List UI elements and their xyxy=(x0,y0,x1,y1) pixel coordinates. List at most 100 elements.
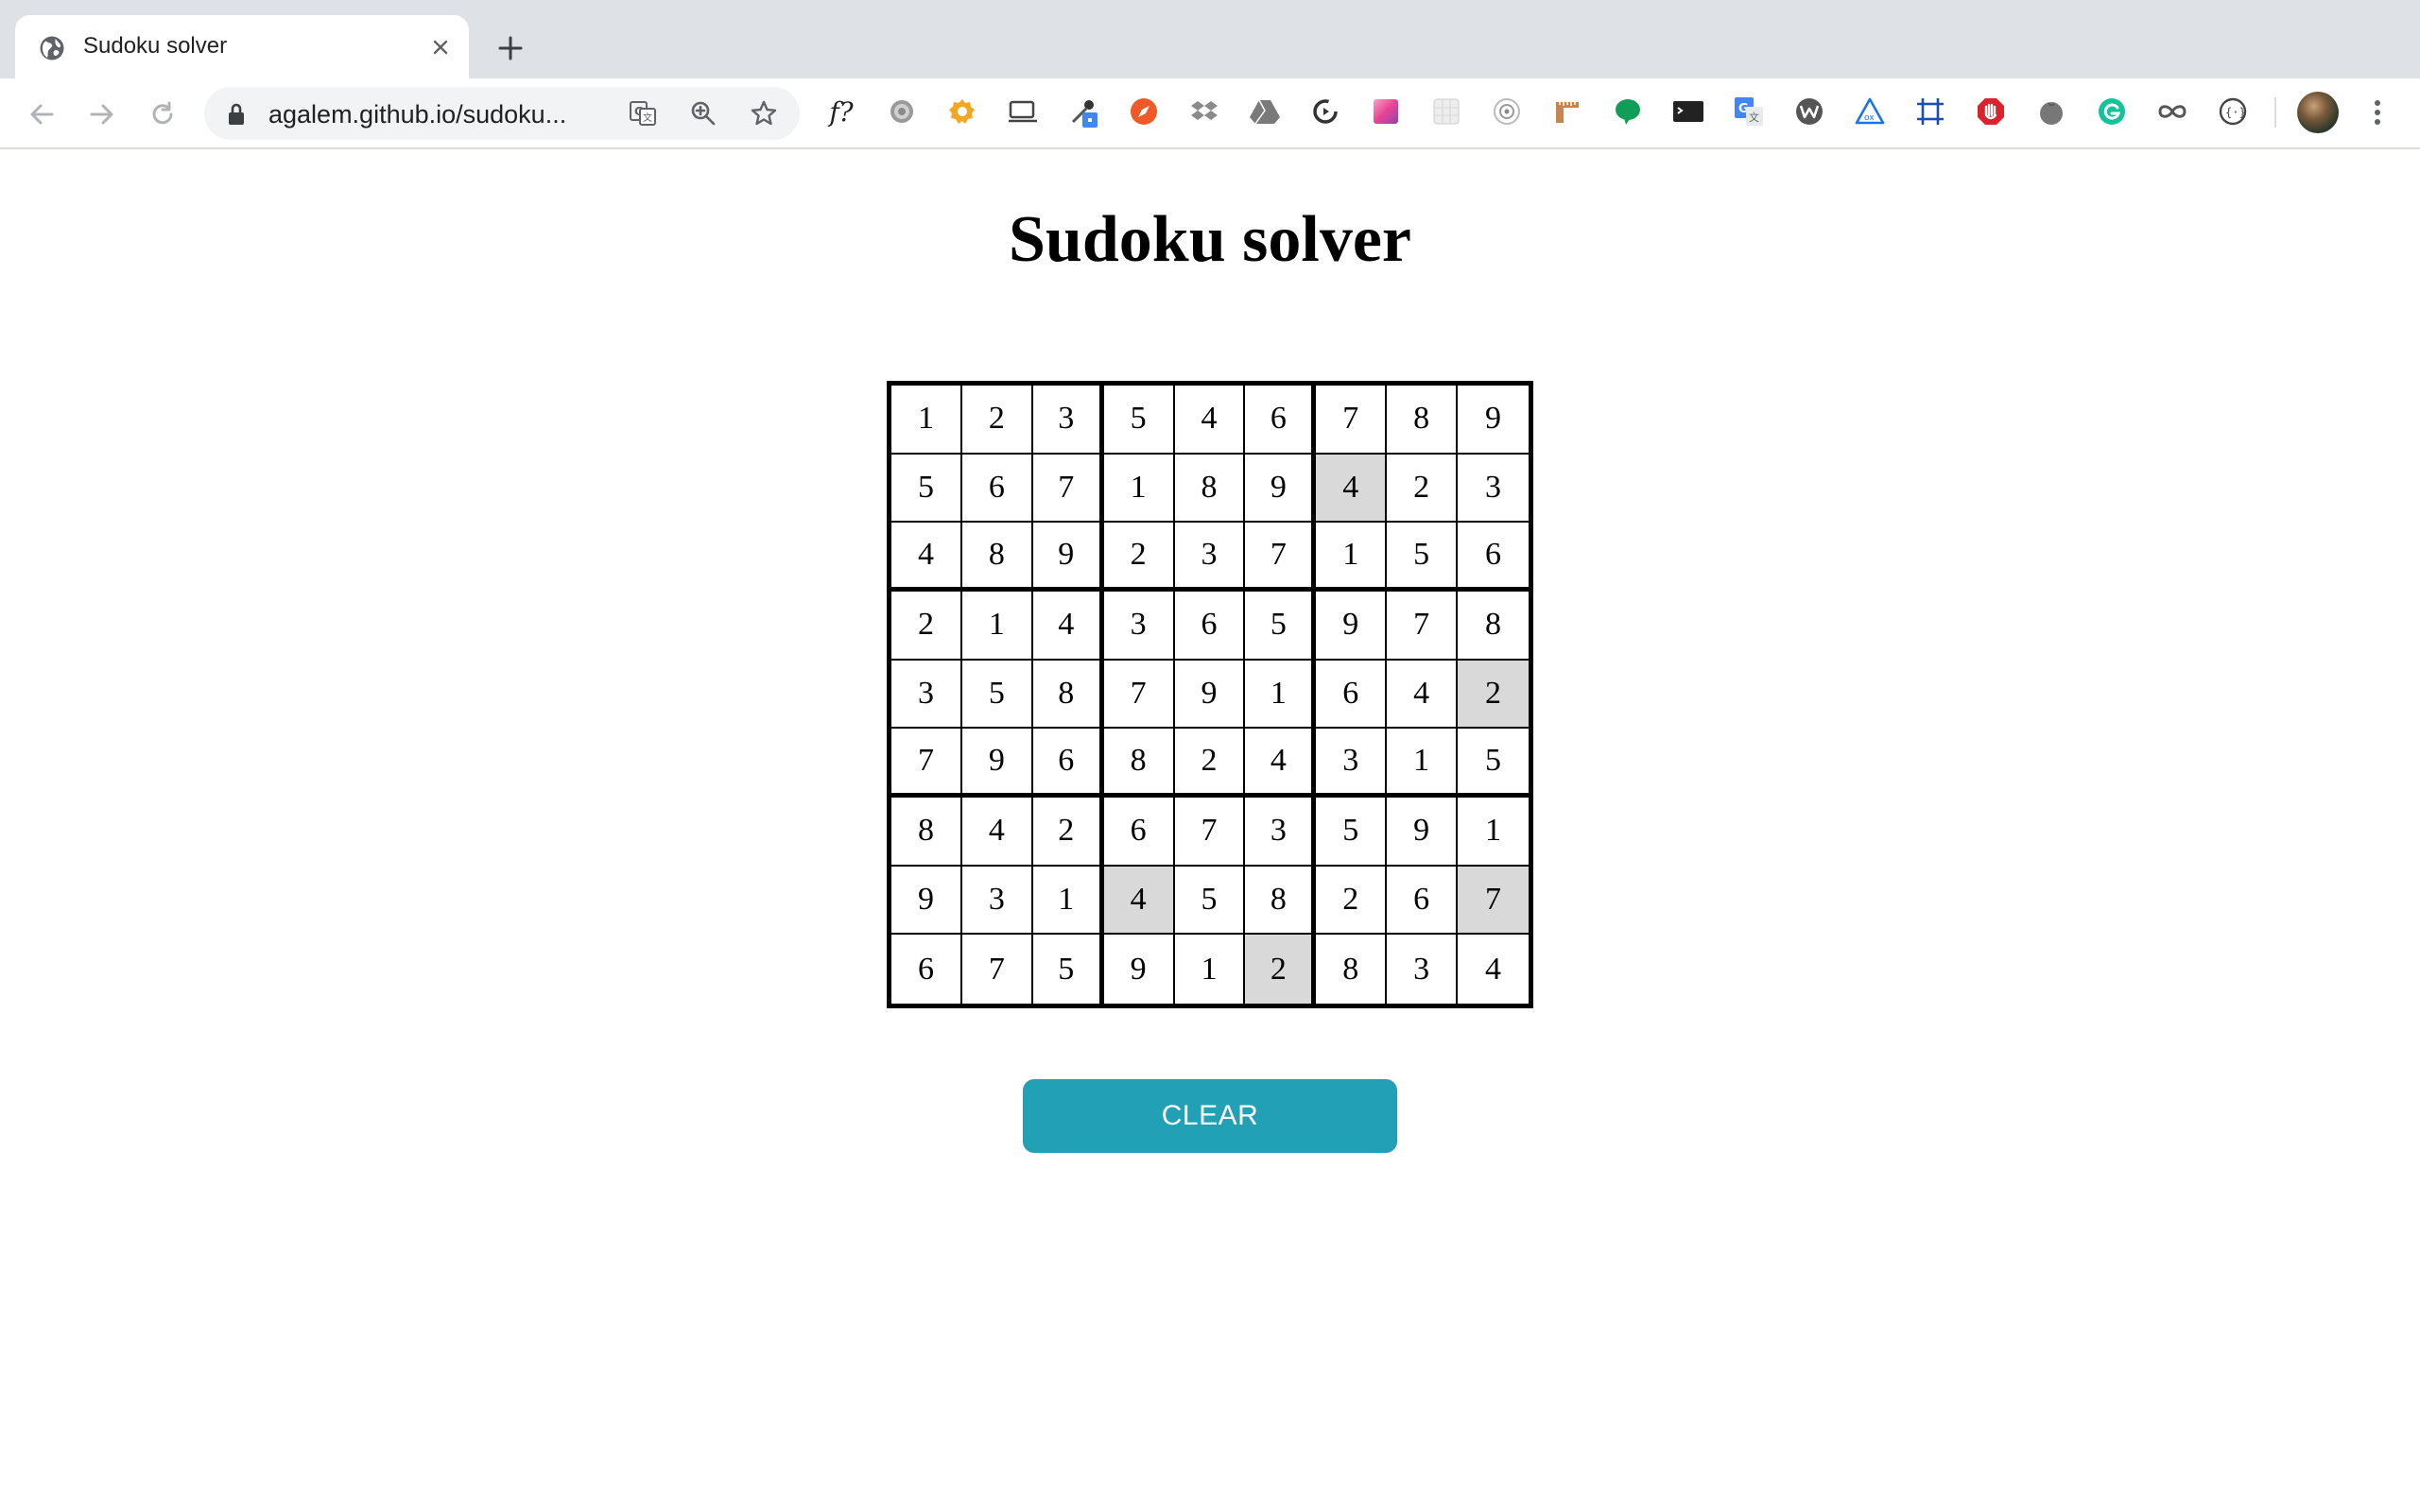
sudoku-cell[interactable]: 6 xyxy=(1174,591,1246,661)
sudoku-cell[interactable]: 8 xyxy=(1458,591,1529,661)
sudoku-cell[interactable]: 7 xyxy=(1245,523,1317,592)
cast-extension-icon[interactable] xyxy=(1006,94,1040,129)
sudoku-cell[interactable]: 9 xyxy=(891,866,962,936)
sudoku-cell[interactable]: 2 xyxy=(1103,523,1175,592)
orange-gear-extension-icon[interactable] xyxy=(945,94,979,129)
sudoku-cell[interactable]: 8 xyxy=(1103,729,1175,798)
grammarly-extension-icon[interactable] xyxy=(2095,94,2129,129)
ruler-extension-icon[interactable] xyxy=(1550,94,1584,129)
sudoku-cell[interactable]: 7 xyxy=(891,729,962,798)
sudoku-cell[interactable]: 5 xyxy=(891,454,962,524)
sync-extension-icon[interactable] xyxy=(1308,94,1342,129)
sudoku-cell[interactable]: 4 xyxy=(961,797,1033,867)
sudoku-cell[interactable]: 2 xyxy=(1458,660,1529,730)
sudoku-cell[interactable]: 5 xyxy=(1032,935,1104,1004)
sudoku-cell[interactable]: 6 xyxy=(1316,660,1388,730)
sudoku-cell[interactable]: 5 xyxy=(1245,591,1317,661)
clear-button[interactable]: CLEAR xyxy=(1023,1079,1397,1153)
sudoku-cell[interactable]: 9 xyxy=(961,729,1033,798)
sudoku-cell[interactable]: 7 xyxy=(1103,660,1175,730)
sudoku-cell[interactable]: 2 xyxy=(891,591,962,661)
sudoku-cell[interactable]: 9 xyxy=(1032,523,1104,592)
sudoku-cell[interactable]: 1 xyxy=(1174,935,1246,1004)
sudoku-cell[interactable]: 6 xyxy=(1103,797,1175,867)
sudoku-cell[interactable]: 4 xyxy=(1174,386,1246,455)
terminal-extension-icon[interactable] xyxy=(1671,94,1705,129)
gradient-extension-icon[interactable] xyxy=(1369,94,1403,129)
gear-extension-icon[interactable] xyxy=(885,94,919,129)
sudoku-cell[interactable]: 7 xyxy=(1458,866,1529,936)
sudoku-cell[interactable]: 4 xyxy=(891,523,962,592)
browser-menu-icon[interactable] xyxy=(2363,95,2392,129)
sudoku-cell[interactable]: 2 xyxy=(1245,935,1317,1004)
sudoku-cell[interactable]: 6 xyxy=(1458,523,1529,592)
bookmark-star-icon[interactable] xyxy=(749,98,779,129)
sudoku-cell[interactable]: 3 xyxy=(1316,729,1388,798)
sudoku-cell[interactable]: 1 xyxy=(1032,866,1104,936)
forward-arrow-icon[interactable] xyxy=(83,95,121,133)
sudoku-cell[interactable]: 6 xyxy=(1245,386,1317,455)
reload-icon[interactable] xyxy=(144,95,182,133)
sudoku-cell[interactable]: 2 xyxy=(961,386,1033,455)
sudoku-cell[interactable]: 7 xyxy=(1387,591,1459,661)
sudoku-cell[interactable]: 9 xyxy=(1387,797,1459,867)
sudoku-cell[interactable]: 5 xyxy=(1458,729,1529,798)
sudoku-cell[interactable]: 6 xyxy=(1387,866,1459,936)
zoom-icon[interactable] xyxy=(688,98,718,129)
sudoku-cell[interactable]: 1 xyxy=(1103,454,1175,524)
json-viewer-extension-icon[interactable]: {·} xyxy=(2216,94,2250,129)
sudoku-cell[interactable]: 4 xyxy=(1032,591,1104,661)
sudoku-cell[interactable]: 1 xyxy=(1458,797,1529,867)
tomato-timer-extension-icon[interactable] xyxy=(2034,94,2068,129)
grid-extension-icon[interactable] xyxy=(1429,94,1463,129)
drive-extension-icon[interactable] xyxy=(1248,94,1282,129)
address-bar[interactable]: agalem.github.io/sudoku... G文 xyxy=(204,87,800,140)
sudoku-cell[interactable]: 2 xyxy=(1174,729,1246,798)
target-extension-icon[interactable] xyxy=(1490,94,1524,129)
new-tab-plus-icon[interactable] xyxy=(493,31,527,65)
sudoku-cell[interactable]: 9 xyxy=(1245,454,1317,524)
sudoku-cell[interactable]: 1 xyxy=(891,386,962,455)
dropbox-extension-icon[interactable] xyxy=(1187,94,1221,129)
back-arrow-icon[interactable] xyxy=(23,95,60,133)
w-extension-icon[interactable] xyxy=(1792,94,1826,129)
sudoku-cell[interactable]: 4 xyxy=(1245,729,1317,798)
sudoku-cell[interactable]: 2 xyxy=(1316,866,1388,936)
sudoku-cell[interactable]: 3 xyxy=(961,866,1033,936)
tab-close-icon[interactable] xyxy=(425,32,456,62)
sudoku-cell[interactable]: 9 xyxy=(1174,660,1246,730)
sudoku-cell[interactable]: 5 xyxy=(1103,386,1175,455)
sudoku-cell[interactable]: 3 xyxy=(891,660,962,730)
sudoku-cell[interactable]: 7 xyxy=(1032,454,1104,524)
sudoku-cell[interactable]: 8 xyxy=(891,797,962,867)
sudoku-cell[interactable]: 8 xyxy=(1387,386,1459,455)
sudoku-cell[interactable]: 7 xyxy=(1316,386,1388,455)
sudoku-cell[interactable]: 1 xyxy=(961,591,1033,661)
sudoku-cell[interactable]: 6 xyxy=(891,935,962,1004)
sudoku-cell[interactable]: 1 xyxy=(1316,523,1388,592)
sudoku-cell[interactable]: 5 xyxy=(1316,797,1388,867)
sudoku-cell[interactable]: 5 xyxy=(961,660,1033,730)
sudoku-cell[interactable]: 1 xyxy=(1245,660,1317,730)
sudoku-cell[interactable]: 3 xyxy=(1387,935,1459,1004)
sudoku-cell[interactable]: 7 xyxy=(1174,797,1246,867)
sudoku-cell[interactable]: 5 xyxy=(1387,523,1459,592)
sudoku-cell[interactable]: 9 xyxy=(1458,386,1529,455)
sudoku-cell[interactable]: 1 xyxy=(1387,729,1459,798)
sudoku-cell[interactable]: 4 xyxy=(1458,935,1529,1004)
sudoku-cell[interactable]: 7 xyxy=(961,935,1033,1004)
translate-page-icon[interactable]: G文 xyxy=(628,98,658,129)
sudoku-cell[interactable]: 4 xyxy=(1387,660,1459,730)
sudoku-cell[interactable]: 8 xyxy=(961,523,1033,592)
f-question-extension-icon[interactable]: f? xyxy=(824,94,858,129)
adblock-extension-icon[interactable] xyxy=(1974,94,2008,129)
sudoku-cell[interactable]: 5 xyxy=(1174,866,1246,936)
sudoku-cell[interactable]: 8 xyxy=(1316,935,1388,1004)
sudoku-cell[interactable]: 9 xyxy=(1316,591,1388,661)
sudoku-cell[interactable]: 8 xyxy=(1174,454,1246,524)
profile-avatar[interactable] xyxy=(2297,92,2339,133)
sudoku-cell[interactable]: 3 xyxy=(1245,797,1317,867)
sudoku-cell[interactable]: 6 xyxy=(1032,729,1104,798)
tab-sudoku-solver[interactable]: Sudoku solver xyxy=(15,15,469,78)
sudoku-cell[interactable]: 8 xyxy=(1032,660,1104,730)
